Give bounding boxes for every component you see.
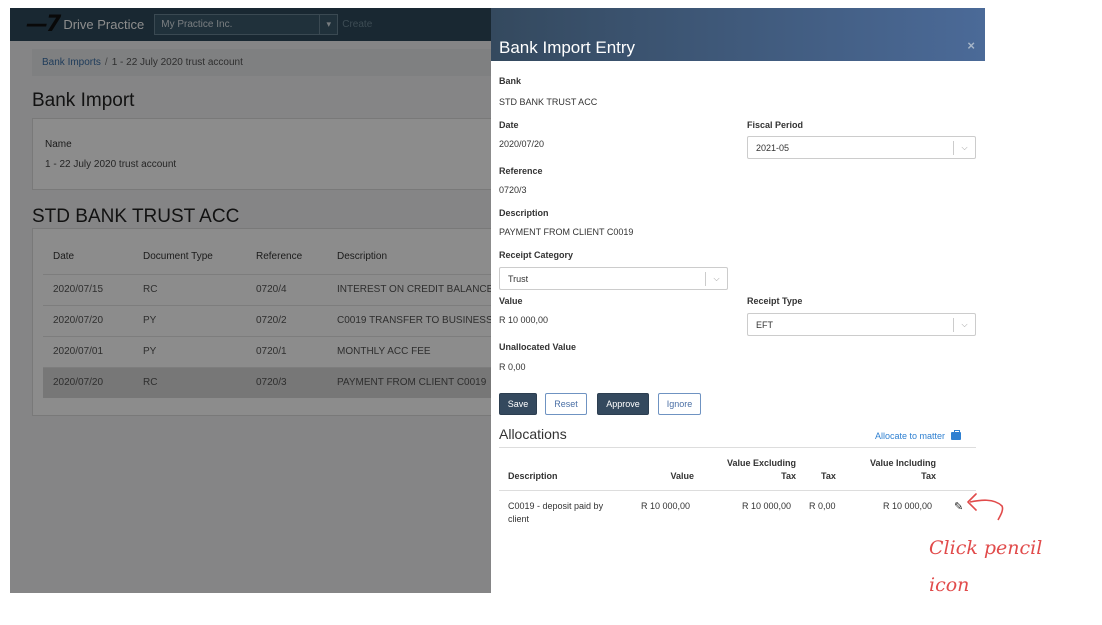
alloc-cell-description-line2: client	[508, 514, 530, 524]
alloc-cell-value: R 10 000,00	[641, 501, 691, 511]
alloc-col-tax: Tax	[821, 471, 836, 481]
reset-button[interactable]: Reset	[545, 393, 587, 415]
divider	[499, 490, 976, 491]
fiscal-period-value: 2021-05	[756, 142, 790, 153]
reference-value: 0720/3	[499, 185, 527, 195]
chevron-down-icon[interactable]: ⌵	[705, 271, 727, 286]
annotation-text-line1: Click pencil	[929, 537, 1043, 559]
fiscal-period-label: Fiscal Period	[747, 120, 804, 130]
receipt-type-value: EFT	[756, 319, 773, 330]
alloc-col-value-excluding-tax-line1: Value Excluding	[726, 458, 796, 468]
bank-import-entry-modal: Bank Import Entry × Bank STD BANK TRUST …	[491, 8, 985, 593]
close-icon[interactable]: ×	[967, 38, 975, 53]
date-label: Date	[499, 120, 519, 130]
value-label: Value	[499, 296, 523, 306]
allocate-to-matter-link[interactable]: Allocate to matter	[875, 430, 962, 441]
description-value: PAYMENT FROM CLIENT C0019	[499, 227, 634, 237]
alloc-col-value-excluding-tax-line2: Tax	[781, 471, 796, 481]
chevron-down-icon[interactable]: ⌵	[953, 140, 975, 155]
bank-label: Bank	[499, 76, 522, 86]
alloc-cell-value-excluding-tax: R 10 000,00	[742, 501, 792, 511]
alloc-col-description: Description	[508, 471, 558, 481]
briefcase-icon	[951, 430, 962, 440]
unallocated-value: R 0,00	[499, 362, 526, 372]
value-value: R 10 000,00	[499, 315, 549, 325]
annotation-arrow-icon	[967, 493, 1004, 521]
alloc-col-value: Value	[670, 471, 694, 481]
alloc-cell-tax: R 0,00	[809, 501, 836, 511]
modal-header: Bank Import Entry ×	[491, 8, 985, 61]
divider	[499, 447, 976, 448]
alloc-col-value-including-tax-line1: Value Including	[869, 458, 936, 468]
alloc-cell-description-line1: C0019 - deposit paid by	[508, 501, 604, 511]
receipt-type-label: Receipt Type	[747, 296, 803, 306]
allocate-to-matter-label: Allocate to matter	[875, 431, 946, 441]
allocations-title: Allocations	[499, 426, 567, 442]
modal-title: Bank Import Entry	[499, 38, 636, 57]
ignore-button[interactable]: Ignore	[658, 393, 701, 415]
chevron-down-icon[interactable]: ⌵	[953, 317, 975, 332]
receipt-category-select[interactable]: Trust ⌵	[499, 267, 728, 290]
fiscal-period-select[interactable]: 2021-05 ⌵	[747, 136, 976, 159]
receipt-category-label: Receipt Category	[499, 250, 574, 260]
receipt-category-value: Trust	[508, 273, 529, 284]
reference-label: Reference	[499, 166, 543, 176]
alloc-col-value-including-tax-line2: Tax	[921, 471, 936, 481]
annotation-text-line2: icon	[929, 574, 970, 596]
approve-button[interactable]: Approve	[597, 393, 649, 415]
unallocated-value-label: Unallocated Value	[499, 342, 577, 352]
bank-value: STD BANK TRUST ACC	[499, 97, 598, 107]
save-button[interactable]: Save	[499, 393, 537, 415]
date-value: 2020/07/20	[499, 139, 545, 149]
description-label: Description	[499, 208, 549, 218]
alloc-cell-value-including-tax: R 10 000,00	[883, 501, 933, 511]
modal-backdrop[interactable]	[10, 8, 491, 593]
receipt-type-select[interactable]: EFT ⌵	[747, 313, 976, 336]
